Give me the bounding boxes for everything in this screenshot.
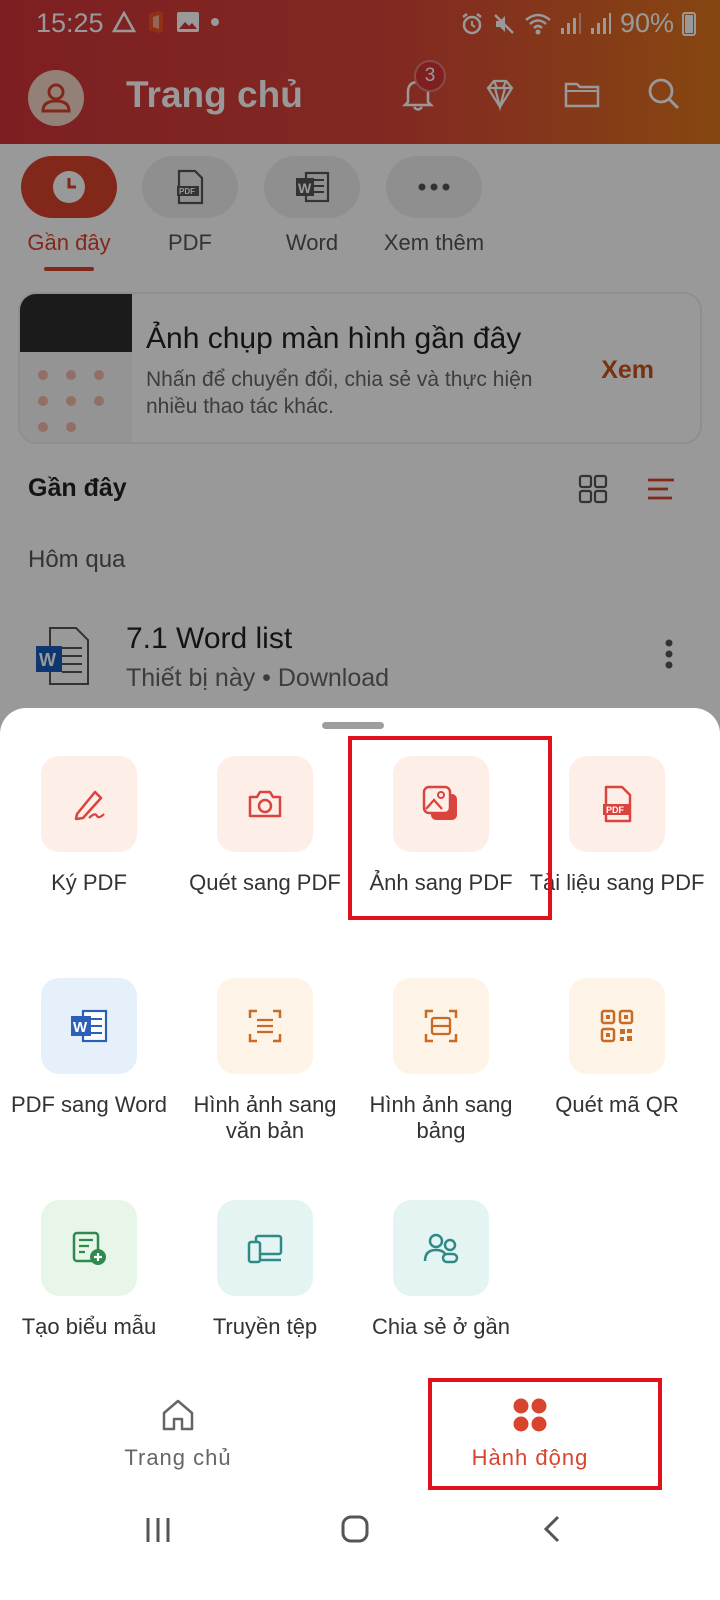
nav-label: Trang chủ bbox=[124, 1445, 232, 1470]
action-label: Hình ảnh sang bảng bbox=[369, 1092, 513, 1143]
scan-text-icon bbox=[248, 1009, 282, 1043]
action-image-to-text[interactable]: Hình ảnh sang văn bản bbox=[177, 978, 353, 1144]
highlight-actions-tab bbox=[428, 1378, 662, 1490]
action-label: Hình ảnh sang văn bản bbox=[193, 1092, 337, 1143]
action-label: Ký PDF bbox=[51, 870, 127, 895]
action-label: Tạo biểu mẫu bbox=[21, 1314, 157, 1339]
svg-text:W: W bbox=[73, 1019, 88, 1036]
action-document-to-pdf[interactable]: PDF Tài liệu sang PDF bbox=[529, 756, 705, 896]
action-label: Quét mã QR bbox=[555, 1092, 679, 1117]
action-label: Quét sang PDF bbox=[189, 870, 341, 895]
nav-home[interactable]: Trang chủ bbox=[78, 1396, 278, 1471]
system-navigation-bar bbox=[0, 1496, 720, 1600]
back-icon[interactable] bbox=[540, 1514, 564, 1544]
highlight-image-to-pdf bbox=[348, 736, 552, 920]
sign-pen-icon bbox=[74, 790, 105, 821]
action-scan-qr[interactable]: Quét mã QR bbox=[529, 978, 705, 1118]
action-scan-to-pdf[interactable]: Quét sang PDF bbox=[177, 756, 353, 896]
action-create-form[interactable]: Tạo biểu mẫu bbox=[1, 1200, 177, 1340]
nearby-share-icon bbox=[423, 1233, 459, 1264]
document-to-pdf-icon: PDF bbox=[603, 785, 632, 823]
home-button-icon[interactable] bbox=[340, 1514, 370, 1544]
action-nearby-share[interactable]: Chia sẻ ở gần bbox=[353, 1200, 529, 1340]
recent-apps-icon[interactable] bbox=[144, 1516, 172, 1544]
home-icon bbox=[162, 1399, 194, 1431]
svg-text:PDF: PDF bbox=[606, 805, 625, 815]
action-sign-pdf[interactable]: Ký PDF bbox=[1, 756, 177, 896]
word-icon: W bbox=[71, 1009, 108, 1043]
scan-table-icon bbox=[424, 1009, 458, 1043]
action-label: PDF sang Word bbox=[10, 1092, 168, 1117]
drag-handle[interactable] bbox=[322, 722, 384, 729]
create-form-icon bbox=[72, 1231, 106, 1265]
action-pdf-to-word[interactable]: W PDF sang Word bbox=[1, 978, 177, 1118]
file-transfer-icon bbox=[247, 1234, 283, 1264]
action-label: Truyền tệp bbox=[212, 1314, 318, 1339]
qr-code-icon bbox=[600, 1009, 634, 1043]
action-label: Chia sẻ ở gần bbox=[372, 1314, 510, 1339]
camera-icon bbox=[248, 790, 282, 818]
bottom-navigation: Trang chủ Hành động bbox=[0, 1376, 720, 1496]
action-label: Tài liệu sang PDF bbox=[529, 870, 705, 895]
action-image-to-table[interactable]: Hình ảnh sang bảng bbox=[353, 978, 529, 1144]
action-file-transfer[interactable]: Truyền tệp bbox=[177, 1200, 353, 1340]
